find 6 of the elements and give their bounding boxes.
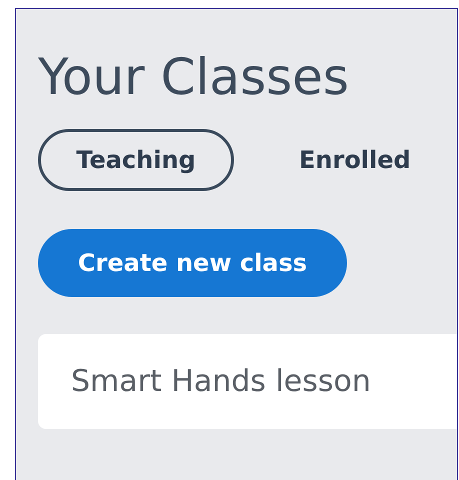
class-card[interactable]: Smart Hands lesson: [38, 334, 457, 429]
class-name: Smart Hands lesson: [71, 363, 371, 401]
page-title: Your Classes: [38, 47, 350, 107]
create-class-button[interactable]: Create new class: [38, 229, 347, 297]
tab[interactable]: Enrolled: [286, 129, 424, 191]
tab[interactable]: Teaching: [38, 129, 234, 191]
